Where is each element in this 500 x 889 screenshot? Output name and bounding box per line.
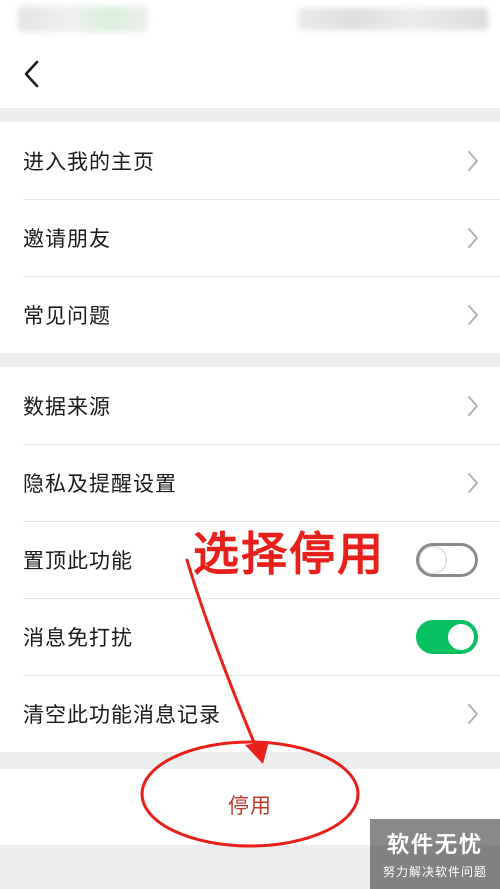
menu-item-clear-history[interactable]: 清空此功能消息记录 <box>0 675 500 752</box>
pin-feature-toggle[interactable] <box>416 542 478 577</box>
menu-item-label: 邀请朋友 <box>23 226 111 251</box>
chevron-right-icon <box>468 703 478 724</box>
annotation-label: 选择停用 <box>193 527 385 581</box>
watermark: 软件无忧 努力解决软件问题 <box>370 819 500 889</box>
menu-item-label: 清空此功能消息记录 <box>23 702 221 727</box>
menu-item-data-source[interactable]: 数据来源 <box>0 367 500 444</box>
chevron-right-icon <box>468 395 478 416</box>
toggle-knob <box>448 623 474 650</box>
chevron-right-icon <box>468 304 478 325</box>
menu-item-privacy-settings[interactable]: 隐私及提醒设置 <box>0 444 500 521</box>
disable-button[interactable]: 停用 <box>228 790 272 820</box>
watermark-subtitle: 努力解决软件问题 <box>382 865 487 879</box>
nav-bar <box>0 46 500 108</box>
menu-item-label: 进入我的主页 <box>23 149 155 174</box>
menu-item-label: 隐私及提醒设置 <box>23 471 177 496</box>
back-button[interactable] <box>12 54 52 94</box>
menu-item-do-not-disturb: 消息免打扰 <box>0 598 500 675</box>
menu-item-label: 置顶此功能 <box>23 548 133 573</box>
menu-item-label: 消息免打扰 <box>23 625 133 650</box>
chevron-right-icon <box>468 472 478 493</box>
settings-group-1: 进入我的主页 邀请朋友 常见问题 <box>0 122 500 353</box>
chevron-right-icon <box>468 150 478 171</box>
toggle-knob <box>420 546 446 573</box>
watermark-title: 软件无忧 <box>386 833 483 858</box>
chevron-left-icon <box>24 60 39 88</box>
status-bar <box>0 0 500 46</box>
status-bar-right-blur <box>298 8 488 30</box>
menu-item-invite-friends[interactable]: 邀请朋友 <box>0 199 500 276</box>
chevron-right-icon <box>468 227 478 248</box>
status-bar-left-blur <box>18 6 148 32</box>
menu-item-my-homepage[interactable]: 进入我的主页 <box>0 122 500 199</box>
do-not-disturb-toggle[interactable] <box>416 619 478 654</box>
menu-item-label: 常见问题 <box>23 303 111 328</box>
menu-item-label: 数据来源 <box>23 394 111 419</box>
menu-item-faq[interactable]: 常见问题 <box>0 276 500 353</box>
